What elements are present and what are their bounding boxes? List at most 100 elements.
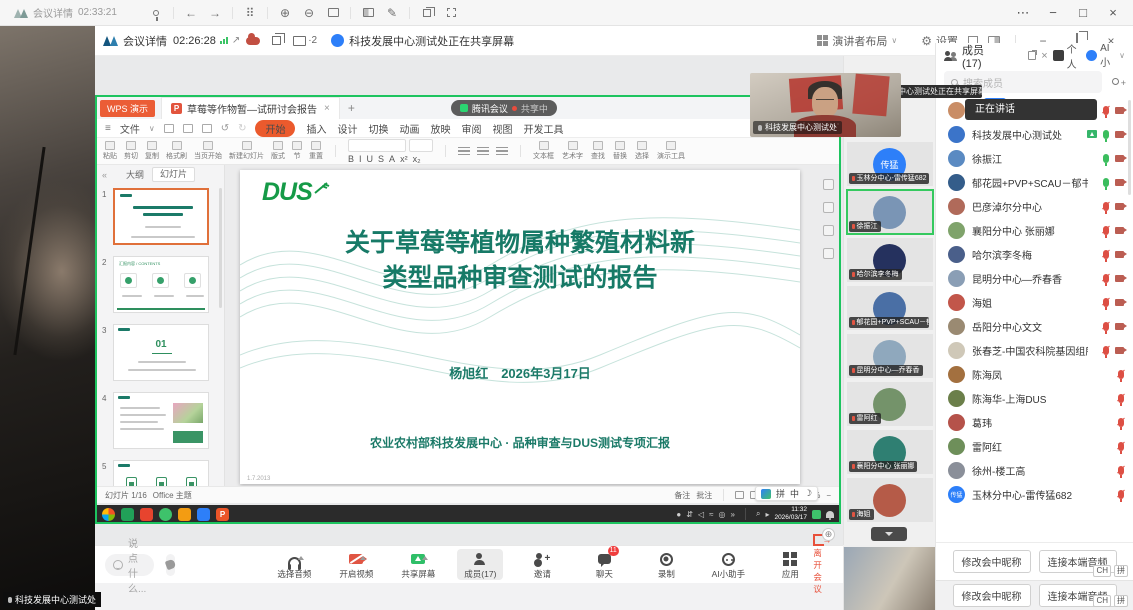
mic-icon[interactable]	[1118, 394, 1124, 403]
mic-icon[interactable]	[1118, 370, 1124, 379]
output-icon[interactable]	[183, 124, 193, 133]
menu-tab[interactable]: 设计	[337, 121, 357, 136]
wps-taskbar-icon[interactable]: P	[216, 508, 229, 521]
ribbon-button[interactable]: 文本框	[533, 141, 554, 161]
member-row[interactable]: 正在讲话	[936, 98, 1133, 122]
member-row[interactable]: 陈海凤	[936, 362, 1133, 386]
maximize-icon[interactable]: □	[1069, 5, 1097, 21]
mic-icon[interactable]	[1103, 250, 1109, 259]
print-icon[interactable]	[202, 124, 212, 133]
slide-thumbnail-2[interactable]: 汇报内容 / CONTENTS	[113, 256, 209, 313]
toolbar-button[interactable]: 录制	[643, 549, 689, 580]
new-tab-button[interactable]: +	[348, 101, 355, 115]
member-row[interactable]: 岳阳分中心文文	[936, 314, 1133, 338]
toolbar-button[interactable]: 共享屏幕	[395, 549, 441, 580]
back-icon[interactable]: ←	[179, 5, 203, 21]
video-tile[interactable]: 哈尔滨李冬梅	[847, 238, 933, 282]
tab-close-icon[interactable]: ×	[324, 103, 330, 114]
member-row[interactable]: 张春芝-中国农科院基因组所	[936, 338, 1133, 362]
tray-icon[interactable]: ⇵	[686, 510, 693, 519]
member-row[interactable]: 葛玮	[936, 410, 1133, 434]
ribbon-button[interactable]: 复制	[145, 141, 159, 161]
collapse-panel-icon[interactable]: «	[102, 170, 107, 180]
format-button[interactable]: A	[389, 155, 395, 164]
camera-icon[interactable]	[1115, 107, 1124, 114]
camera-icon[interactable]	[1115, 179, 1124, 186]
mic-icon[interactable]	[1103, 130, 1109, 139]
bullet-list-icon[interactable]	[458, 147, 470, 156]
ribbon-button[interactable]: 重置	[309, 141, 323, 161]
cloud-record-icon[interactable]	[246, 37, 260, 45]
rename-button[interactable]: 修改会中昵称	[953, 584, 1031, 607]
menu-tab[interactable]: 插入	[306, 121, 326, 136]
taskbar-app-icon[interactable]	[140, 508, 153, 521]
video-tile[interactable]: 雷阿红	[847, 382, 933, 426]
toolbar-button[interactable]: 开启视频	[333, 549, 379, 580]
forward-icon[interactable]: →	[203, 5, 227, 21]
edit-icon[interactable]: ✎	[380, 5, 404, 21]
mic-icon[interactable]	[1103, 178, 1109, 187]
slide-thumbnail-5[interactable]	[113, 460, 209, 486]
slide-thumbnail-1[interactable]	[113, 188, 209, 245]
ribbon-button[interactable]: 艺术字	[562, 141, 583, 161]
normal-view-icon[interactable]	[735, 491, 744, 499]
security-shield-icon[interactable]	[812, 510, 821, 519]
camera-icon[interactable]	[1115, 347, 1124, 354]
close-panel-icon[interactable]: ×	[1041, 50, 1047, 62]
taskbar-app-icon[interactable]	[121, 508, 134, 521]
zoom-out-button[interactable]: −	[826, 491, 831, 500]
format-button[interactable]: x₂	[413, 155, 421, 164]
notification-bell-icon[interactable]	[826, 511, 834, 518]
ime-mode-button[interactable]: ☽	[804, 488, 812, 499]
mic-icon[interactable]	[1103, 346, 1109, 355]
ribbon-button[interactable]: 粘贴	[103, 141, 117, 161]
format-button[interactable]: S	[378, 155, 384, 164]
video-tile[interactable]	[843, 547, 935, 610]
mic-icon[interactable]	[1103, 274, 1109, 283]
save-icon[interactable]	[164, 124, 174, 133]
member-row[interactable]: 科技发展中心测试处	[936, 122, 1133, 146]
animation-tool-icon[interactable]	[823, 202, 834, 213]
video-tile[interactable]: 海姐	[847, 478, 933, 522]
camera-icon[interactable]	[1115, 155, 1124, 162]
menu-tab[interactable]: 开发工具	[523, 121, 563, 136]
member-row[interactable]: 雷阿红	[936, 434, 1133, 458]
chevron-down-icon[interactable]: ∨	[1119, 51, 1125, 60]
member-row[interactable]: 海姐	[936, 290, 1133, 314]
comments-toggle[interactable]: 批注	[696, 490, 712, 501]
camera-icon[interactable]	[1115, 203, 1124, 210]
member-row[interactable]: 哈尔滨李冬梅	[936, 242, 1133, 266]
align-icon[interactable]	[496, 147, 508, 156]
minimize-icon[interactable]: −	[1039, 5, 1067, 21]
ribbon-button[interactable]: 演示工具	[657, 141, 685, 161]
video-tile[interactable]: 郁花园+PVP+SCAU－郁书宏	[847, 286, 933, 330]
zoom-out-icon[interactable]: ⊖	[297, 5, 321, 21]
ime-mode-button[interactable]: 拼	[776, 487, 785, 500]
tab-outline[interactable]: 大纲	[126, 168, 144, 181]
redo-icon[interactable]: ↻	[238, 123, 246, 134]
member-row[interactable]: 传猛 玉林分中心-雷传猛682	[936, 482, 1133, 506]
ribbon-button[interactable]: 替换	[613, 141, 627, 161]
mic-icon[interactable]	[1118, 418, 1124, 427]
pointer-icon[interactable]: ▸	[765, 510, 769, 519]
add-member-icon[interactable]	[1110, 78, 1124, 89]
quick-chat-input[interactable]: 说点什么...	[105, 554, 154, 576]
chevron-up-icon[interactable]	[298, 556, 304, 560]
tray-expand-icon[interactable]: »	[731, 510, 735, 519]
more-icon[interactable]: ⋯	[1009, 5, 1037, 21]
fullscreen-icon[interactable]	[439, 5, 463, 21]
menu-tab[interactable]: 视图	[492, 121, 512, 136]
menu-tab[interactable]: 放映	[430, 121, 450, 136]
speaker-video-tile[interactable]: 科技发展中心测试处	[750, 73, 901, 137]
menu-tab[interactable]: 动画	[399, 121, 419, 136]
member-row[interactable]: 巴彦淖尔分中心	[936, 194, 1133, 218]
member-row[interactable]: 襄阳分中心 张丽娜	[936, 218, 1133, 242]
transition-tool-icon[interactable]	[823, 179, 834, 190]
mic-icon[interactable]	[1103, 322, 1109, 331]
toolbar-button[interactable]: 选择音频	[271, 549, 317, 580]
toolbar-button[interactable]: AI小助手	[705, 549, 751, 580]
copy-icon[interactable]	[415, 5, 439, 21]
ribbon-button[interactable]: 当页开始	[194, 141, 222, 161]
format-button[interactable]: x²	[400, 155, 408, 164]
member-row[interactable]: 昆明分中心—乔春香	[936, 266, 1133, 290]
